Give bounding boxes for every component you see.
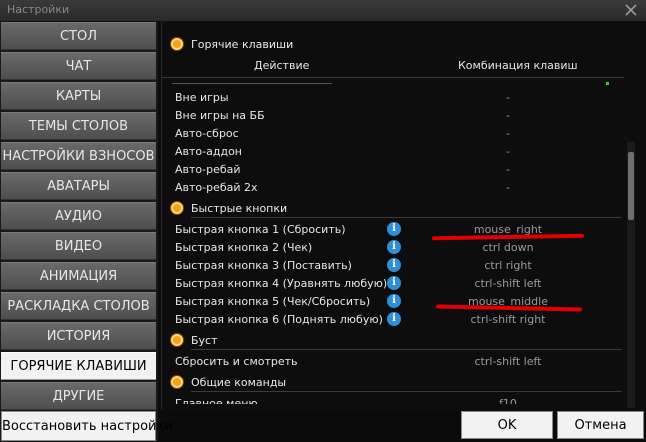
- hotkey-row-combo[interactable]: ctrl down: [438, 241, 578, 254]
- section-title-boost: Буст: [191, 334, 218, 347]
- section-divider: [191, 349, 622, 350]
- hotkey-row-label: Вне игры на ББ: [175, 109, 265, 122]
- info-icon[interactable]: i: [387, 222, 401, 236]
- clipped-row: [172, 83, 332, 84]
- hotkey-row-label: Авто-сброс: [175, 127, 239, 140]
- close-icon[interactable]: [622, 1, 640, 19]
- radio-selected-icon[interactable]: [171, 376, 183, 388]
- hotkey-row-combo[interactable]: -: [438, 127, 578, 140]
- section-divider: [191, 217, 622, 218]
- sidebar-item-table-layout[interactable]: РАСКЛАДКА СТОЛОВ: [1, 292, 156, 320]
- sidebar-item-table[interactable]: СТОЛ: [1, 22, 156, 50]
- hotkey-row-label: Авто-аддон: [175, 145, 242, 158]
- sidebar-item-chat[interactable]: ЧАТ: [1, 52, 156, 80]
- hotkey-row-label: Быстрая кнопка 4 (Уравнять любую): [175, 277, 388, 290]
- sidebar-item-history[interactable]: ИСТОРИЯ: [1, 322, 156, 350]
- hotkey-row-label: Быстрая кнопка 5 (Чек/Сбросить): [175, 295, 371, 308]
- sidebar-item-video[interactable]: ВИДЕО: [1, 232, 156, 260]
- window-title: Настройки: [7, 3, 70, 16]
- sidebar-item-buyin-settings[interactable]: НАСТРОЙКИ ВЗНОСОВ: [1, 142, 156, 170]
- sidebar-item-other[interactable]: ДРУГИЕ: [1, 382, 156, 410]
- hotkey-row-combo[interactable]: -: [438, 91, 578, 104]
- sidebar-item-table-themes[interactable]: ТЕМЫ СТОЛОВ: [1, 112, 156, 140]
- hotkey-row-label: Быстрая кнопка 3 (Поставить): [175, 259, 352, 272]
- hotkey-row-combo[interactable]: -: [438, 145, 578, 158]
- cancel-button[interactable]: Отмена: [557, 411, 644, 439]
- title-bar: Настройки: [0, 0, 646, 22]
- info-icon[interactable]: i: [387, 276, 401, 290]
- hotkey-row-label: Авто-ребай: [175, 163, 241, 176]
- hotkey-row-combo[interactable]: ctrl-shift left: [438, 355, 578, 368]
- hotkey-row-combo[interactable]: ctrl-shift left: [438, 277, 578, 290]
- header-divider: [162, 77, 624, 78]
- section-divider: [191, 391, 622, 392]
- hotkey-row-label: Сбросить и смотреть: [175, 355, 298, 368]
- section-title-hotkeys: Горячие клавиши: [191, 38, 294, 51]
- radio-selected-icon[interactable]: [171, 334, 183, 346]
- info-icon[interactable]: i: [387, 312, 401, 326]
- hotkey-row-label: Вне игры: [175, 91, 229, 104]
- hotkey-row-label: Главное меню: [175, 397, 258, 410]
- scrollbar-thumb[interactable]: [628, 152, 634, 220]
- sidebar-item-hotkeys[interactable]: ГОРЯЧИЕ КЛАВИШИ: [1, 352, 156, 380]
- hotkeys-panel: Горячие клавиши Действие Комбинация клав…: [161, 22, 646, 410]
- sidebar-item-avatars[interactable]: АВАТАРЫ: [1, 172, 156, 200]
- hotkey-row-label: Быстрая кнопка 2 (Чек): [175, 241, 313, 254]
- radio-selected-icon[interactable]: [171, 38, 183, 50]
- hotkey-row-combo[interactable]: -: [438, 109, 578, 122]
- status-dot: [606, 82, 609, 85]
- hotkey-row-combo[interactable]: -: [438, 163, 578, 176]
- section-title-quick-buttons: Быстрые кнопки: [191, 202, 288, 215]
- info-icon[interactable]: i: [387, 258, 401, 272]
- hotkey-row-combo[interactable]: ctrl right: [438, 259, 578, 272]
- hotkey-row-label: Быстрая кнопка 1 (Сбросить): [175, 223, 346, 236]
- ok-button[interactable]: OK: [461, 411, 553, 439]
- info-icon[interactable]: i: [387, 240, 401, 254]
- restore-settings-button[interactable]: Восстановить настройки: [1, 411, 173, 441]
- hotkey-row-combo[interactable]: ctrl-shift right: [438, 313, 578, 326]
- hotkey-row-combo[interactable]: -: [438, 181, 578, 194]
- sidebar-item-cards[interactable]: КАРТЫ: [1, 82, 156, 110]
- info-icon[interactable]: i: [387, 294, 401, 308]
- settings-sidebar: СТОЛ ЧАТ КАРТЫ ТЕМЫ СТОЛОВ НАСТРОЙКИ ВЗН…: [0, 22, 173, 442]
- hotkey-row-label: Быстрая кнопка 6 (Поднять любую): [175, 313, 383, 326]
- hotkey-row-label: Авто-ребай 2х: [175, 181, 258, 194]
- sidebar-item-audio[interactable]: АУДИО: [1, 202, 156, 230]
- section-title-common-commands: Общие команды: [191, 376, 287, 389]
- column-header-combo: Комбинация клавиш: [458, 59, 578, 72]
- hotkey-row-combo[interactable]: f10: [438, 397, 578, 404]
- column-header-action: Действие: [254, 59, 310, 72]
- radio-selected-icon[interactable]: [171, 202, 183, 214]
- sidebar-item-animation[interactable]: АНИМАЦИЯ: [1, 262, 156, 290]
